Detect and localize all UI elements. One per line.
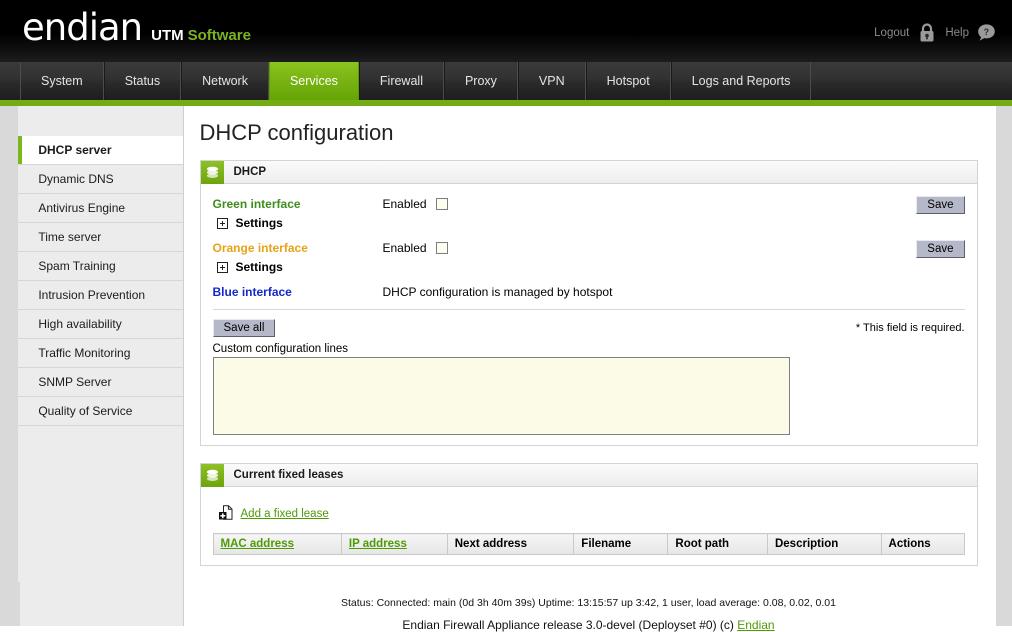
sidebar-item-time-server[interactable]: Time server (18, 223, 182, 252)
interface-enable-green: Enabled (383, 196, 743, 211)
layers-icon (201, 161, 224, 184)
nav-tab-logs-and-reports[interactable]: Logs and Reports (671, 62, 812, 100)
dhcp-panel-body: Green interface Enabled Save Settings Or… (201, 184, 977, 445)
help-link[interactable]: Help (945, 27, 969, 39)
sort-link-mac-address[interactable]: MAC address (221, 538, 295, 550)
lock-icon[interactable] (917, 22, 937, 43)
column-header-actions: Actions (881, 534, 964, 555)
dhcp-panel-title: DHCP (224, 166, 267, 178)
leases-panel-header: Current fixed leases (201, 464, 977, 487)
nav-tab-proxy[interactable]: Proxy (444, 62, 518, 100)
nav-tab-firewall[interactable]: Firewall (359, 62, 444, 100)
interface-name-blue: Blue interface (213, 284, 383, 299)
table-header-row: MAC address IP address Next address File… (213, 534, 964, 555)
logo-utm-text: UTM (151, 27, 184, 44)
status-line: Status: Connected: main (0d 3h 40m 39s) … (200, 597, 978, 609)
nav-tab-status[interactable]: Status (104, 62, 181, 100)
nav-tab-hotspot[interactable]: Hotspot (586, 62, 671, 100)
sidebar-item-dhcp-server[interactable]: DHCP server (18, 136, 182, 165)
page-footer: Status: Connected: main (0d 3h 40m 39s) … (200, 583, 978, 632)
sidebar-item-quality-of-service[interactable]: Quality of Service (18, 397, 182, 426)
release-text: Endian Firewall Appliance release 3.0-de… (402, 618, 737, 632)
interface-row-blue: Blue interface DHCP configuration is man… (213, 284, 965, 299)
settings-toggle-orange[interactable]: Settings (217, 260, 965, 274)
interface-enable-orange: Enabled (383, 240, 743, 255)
nav-tab-system[interactable]: System (20, 62, 104, 100)
brand-logo: endian UTM Software (22, 9, 251, 46)
column-header-root-path: Root path (668, 534, 768, 555)
nav-tab-network[interactable]: Network (181, 62, 269, 100)
fixed-leases-table: MAC address IP address Next address File… (213, 533, 965, 555)
svg-text:?: ? (984, 27, 990, 37)
interface-row-green: Green interface Enabled Save (213, 196, 965, 214)
column-header-ip-address[interactable]: IP address (341, 534, 447, 555)
save-button-green[interactable]: Save (916, 196, 964, 214)
fixed-leases-panel: Current fixed leases Add a fixed lease (200, 463, 978, 566)
enabled-checkbox-green[interactable] (436, 198, 448, 210)
required-field-note: * This field is required. (856, 322, 965, 334)
main-content: DHCP configuration DHCP Green interface (184, 106, 996, 626)
interface-row-orange: Orange interface Enabled Save (213, 240, 965, 258)
logo-software-text: Software (188, 27, 251, 44)
sidebar: DHCP server Dynamic DNS Antivirus Engine… (18, 106, 183, 626)
page-title: DHCP configuration (200, 120, 978, 146)
custom-config-label: Custom configuration lines (213, 343, 965, 355)
sort-link-ip-address[interactable]: IP address (349, 538, 407, 550)
column-header-mac-address[interactable]: MAC address (213, 534, 341, 555)
sidebar-item-high-availability[interactable]: High availability (18, 310, 182, 339)
help-question-icon[interactable]: ? (977, 23, 996, 42)
expand-plus-icon[interactable] (217, 262, 228, 273)
logo-text: endian (22, 9, 142, 46)
endian-link[interactable]: Endian (737, 618, 774, 632)
interface-note-blue: DHCP configuration is managed by hotspot (383, 284, 613, 299)
left-gutter (0, 106, 18, 626)
settings-label-green: Settings (236, 216, 283, 230)
sidebar-item-snmp-server[interactable]: SNMP Server (18, 368, 182, 397)
custom-config-textarea[interactable] (213, 357, 790, 435)
save-slot-green: Save (916, 196, 964, 214)
section-divider (213, 309, 965, 310)
expand-plus-icon[interactable] (217, 218, 228, 229)
settings-label-orange: Settings (236, 260, 283, 274)
column-header-filename: Filename (574, 534, 668, 555)
leases-panel-body: Add a fixed lease MAC address IP address… (201, 487, 977, 565)
save-all-row: Save all * This field is required. (213, 319, 965, 337)
dhcp-panel-header: DHCP (201, 161, 977, 184)
save-button-orange[interactable]: Save (916, 240, 964, 258)
add-fixed-lease-link[interactable]: Add a fixed lease (241, 508, 329, 520)
main-navigation: System Status Network Services Firewall … (0, 62, 1012, 100)
sidebar-item-spam-training[interactable]: Spam Training (18, 252, 182, 281)
sidebar-item-dynamic-dns[interactable]: Dynamic DNS (18, 165, 182, 194)
logout-link[interactable]: Logout (874, 27, 909, 39)
bottom-left-gutter (0, 582, 20, 626)
settings-toggle-green[interactable]: Settings (217, 216, 965, 230)
header-actions: Logout Help ? (874, 22, 996, 43)
dhcp-panel: DHCP Green interface Enabled Save Set (200, 160, 978, 446)
column-header-description: Description (767, 534, 881, 555)
enabled-label-orange: Enabled (383, 241, 427, 255)
sidebar-item-intrusion-prevention[interactable]: Intrusion Prevention (18, 281, 182, 310)
add-fixed-lease-row[interactable]: Add a fixed lease (213, 499, 965, 533)
column-header-next-address: Next address (447, 534, 574, 555)
enabled-checkbox-orange[interactable] (436, 242, 448, 254)
page-body: DHCP server Dynamic DNS Antivirus Engine… (0, 106, 1012, 626)
app-header: endian UTM Software Logout Help ? (0, 0, 1012, 62)
interface-name-green: Green interface (213, 196, 383, 211)
nav-tab-services[interactable]: Services (269, 62, 359, 100)
nav-tab-vpn[interactable]: VPN (518, 62, 586, 100)
layers-icon (201, 464, 224, 487)
save-slot-orange: Save (916, 240, 964, 258)
sidebar-item-traffic-monitoring[interactable]: Traffic Monitoring (18, 339, 182, 368)
interface-name-orange: Orange interface (213, 240, 383, 255)
right-gutter (996, 106, 1012, 626)
enabled-label-green: Enabled (383, 197, 427, 211)
save-all-button[interactable]: Save all (213, 319, 276, 337)
release-line: Endian Firewall Appliance release 3.0-de… (200, 618, 978, 632)
page-add-icon (219, 505, 233, 523)
sidebar-item-antivirus-engine[interactable]: Antivirus Engine (18, 194, 182, 223)
leases-panel-title: Current fixed leases (224, 469, 344, 481)
